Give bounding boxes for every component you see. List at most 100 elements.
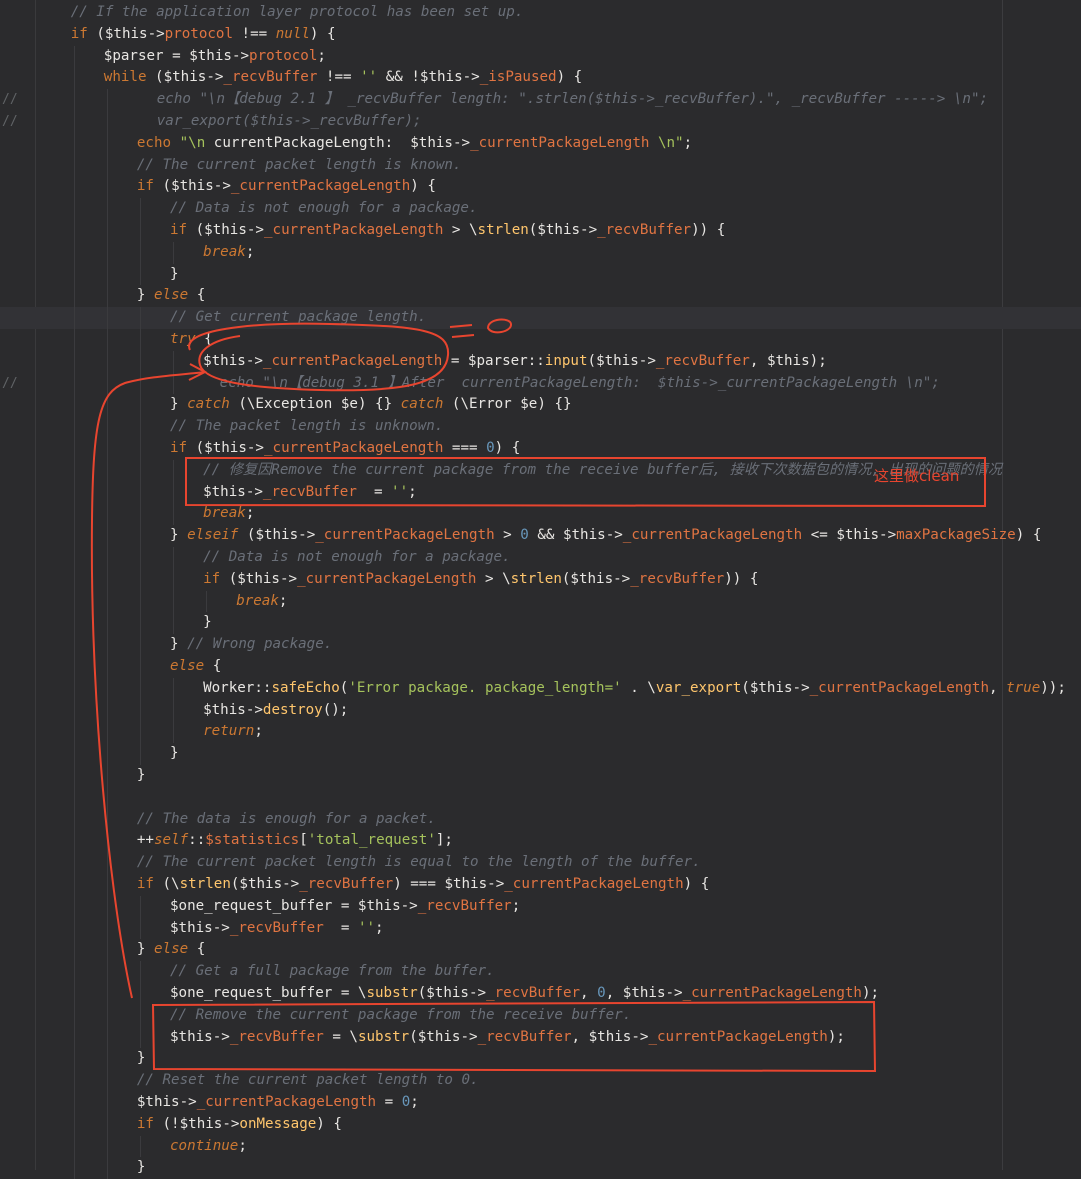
code-line[interactable]: if (\strlen($this->_recvBuffer) === $thi… [0, 874, 1081, 896]
code-token: _currentPackageLength [262, 352, 443, 369]
indent-guide [73, 176, 75, 199]
code-token: [ [299, 832, 308, 849]
code-line[interactable]: while ($this->_recvBuffer !== '' && !$th… [0, 67, 1081, 90]
indent-guide [139, 983, 141, 1005]
code-line[interactable]: return; [0, 721, 1081, 744]
code-token: (! [162, 1115, 180, 1132]
indent-guide [73, 699, 75, 722]
code-line[interactable]: // Get a full package from the buffer. [0, 961, 1081, 983]
code-line[interactable]: $one_request_buffer = $this->_recvBuffer… [0, 895, 1081, 918]
code-line[interactable]: if ($this->_currentPackageLength > \strl… [0, 220, 1081, 242]
indent-guide [139, 459, 141, 482]
code-line[interactable]: break; [0, 241, 1081, 264]
indent-guide [73, 1070, 75, 1092]
code-token: $this [562, 527, 606, 544]
code-text: if ($this->_currentPackageLength > \strl… [170, 220, 725, 242]
code-token: )); [1040, 679, 1066, 696]
code-line[interactable]: // The data is enough for a packet. [0, 808, 1081, 831]
code-line[interactable] [0, 786, 1081, 809]
code-line[interactable]: // Get current package length. [0, 307, 1081, 329]
code-line[interactable]: // var_export($this->_recvBuffer); [0, 111, 1081, 133]
code-editor[interactable]: // If the application layer protocol has… [0, 0, 1081, 1179]
code-line[interactable]: $this->_currentPackageLength = $parser::… [0, 350, 1081, 373]
code-line[interactable]: } [0, 765, 1081, 787]
code-token: break [236, 592, 279, 609]
code-line[interactable]: try { [0, 329, 1081, 351]
code-line[interactable]: } [0, 743, 1081, 765]
code-line[interactable]: // Data is not enough for a package. [0, 547, 1081, 569]
code-token: , [580, 985, 598, 1001]
code-line[interactable]: } else { [0, 939, 1081, 962]
code-line[interactable]: if ($this->_currentPackageLength) { [0, 176, 1081, 199]
code-line[interactable]: // echo "\n【debug 3.1 】After currentPacka… [0, 372, 1081, 395]
code-text: echo "\n currentPackageLength: $this->_c… [137, 133, 692, 155]
code-line[interactable]: $this->_recvBuffer = ''; [0, 917, 1081, 940]
indent-guide [139, 547, 141, 569]
code-token: _currentPackageLength [809, 679, 989, 696]
code-token: ( [409, 1028, 418, 1045]
code-line[interactable]: // The current packet length is equal to… [0, 852, 1081, 874]
code-token: -> [282, 876, 300, 892]
code-line[interactable]: if ($this->_currentPackageLength === 0) … [0, 438, 1081, 460]
code-line[interactable]: $this->_recvBuffer = \substr($this->_rec… [0, 1026, 1081, 1049]
code-line[interactable]: $one_request_buffer = \substr($this->_re… [0, 983, 1081, 1005]
code-line[interactable]: // Remove the current package from the r… [0, 1004, 1081, 1027]
code-text: while ($this->_recvBuffer !== '' && !$th… [104, 67, 582, 89]
code-token: ) { [316, 1115, 342, 1132]
code-text: } catch (\Exception $e) {} catch (\Error… [170, 394, 572, 416]
indent-guide [73, 89, 75, 111]
code-line[interactable]: // The current packet length is known. [0, 154, 1081, 177]
indent-guide [106, 656, 108, 678]
code-token: $this [749, 679, 793, 696]
code-line[interactable]: } [0, 263, 1081, 286]
code-line[interactable]: ++self::$statistics['total_request']; [0, 830, 1081, 853]
indent-guide [106, 220, 108, 242]
code-line[interactable]: // If the application layer protocol has… [0, 2, 1081, 24]
code-text: // Get a full package from the buffer. [170, 961, 495, 983]
code-line[interactable]: Worker::safeEcho ('Error package. package… [0, 677, 1081, 700]
code-line[interactable]: $parser = $this->protocol; [0, 45, 1081, 68]
code-token: ) { [494, 440, 521, 456]
code-line[interactable]: } // Wrong package. [0, 634, 1081, 656]
indent-guide [73, 416, 75, 438]
code-line[interactable]: } else { [0, 285, 1081, 308]
code-line[interactable]: break; [0, 590, 1081, 613]
code-line[interactable]: break; [0, 503, 1081, 526]
indent-guide [106, 917, 108, 940]
code-token: var_export($this->_recvBuffer); [156, 113, 422, 129]
code-token: ) { [309, 25, 336, 42]
code-line[interactable]: // Data is not enough for a package. [0, 198, 1081, 220]
code-line[interactable]: if ($this->protocol !== null) { [0, 24, 1081, 46]
code-line[interactable]: $this->_currentPackageLength = 0; [0, 1092, 1081, 1114]
code-line[interactable]: $this->destroy(); [0, 699, 1081, 722]
code-line[interactable]: if ($this->_currentPackageLength > \strl… [0, 568, 1081, 591]
code-token: $this [170, 919, 213, 936]
indent-guide [139, 307, 141, 329]
code-token: true [1006, 679, 1041, 696]
code-text: // Reset the current packet length to 0. [137, 1070, 479, 1092]
indent-guide [106, 547, 108, 569]
code-line[interactable]: } elseif ($this->_currentPackageLength >… [0, 525, 1081, 547]
code-token: ; [317, 47, 326, 64]
indent-guide [139, 481, 141, 504]
indent-guide [73, 656, 75, 678]
code-line[interactable]: else { [0, 656, 1081, 678]
indent-guide [73, 111, 75, 133]
code-line[interactable]: if (!$this->onMessage) { [0, 1113, 1081, 1136]
code-line[interactable]: } [0, 612, 1081, 635]
code-line[interactable]: continue; [0, 1135, 1081, 1158]
code-token: -> [179, 1094, 197, 1110]
code-line[interactable]: } catch (\Exception $e) {} catch (\Error… [0, 394, 1081, 417]
code-token: { [188, 941, 206, 958]
code-line[interactable]: // Reset the current packet length to 0. [0, 1070, 1081, 1092]
code-line[interactable]: echo "\n currentPackageLength: $this->_c… [0, 132, 1081, 155]
code-line[interactable]: } [0, 1048, 1081, 1071]
code-line[interactable]: // echo "\n【debug 2.1 】 _recvBuffer lengt… [0, 89, 1081, 111]
indent-guide [139, 1135, 141, 1158]
code-line[interactable]: // The packet length is unknown. [0, 416, 1081, 438]
indent-guide [73, 198, 75, 220]
code-token: // The current packet length is equal to… [136, 854, 701, 871]
code-token: ( [741, 679, 750, 696]
code-line[interactable]: } [0, 1157, 1081, 1179]
indent-guide [73, 1113, 75, 1136]
